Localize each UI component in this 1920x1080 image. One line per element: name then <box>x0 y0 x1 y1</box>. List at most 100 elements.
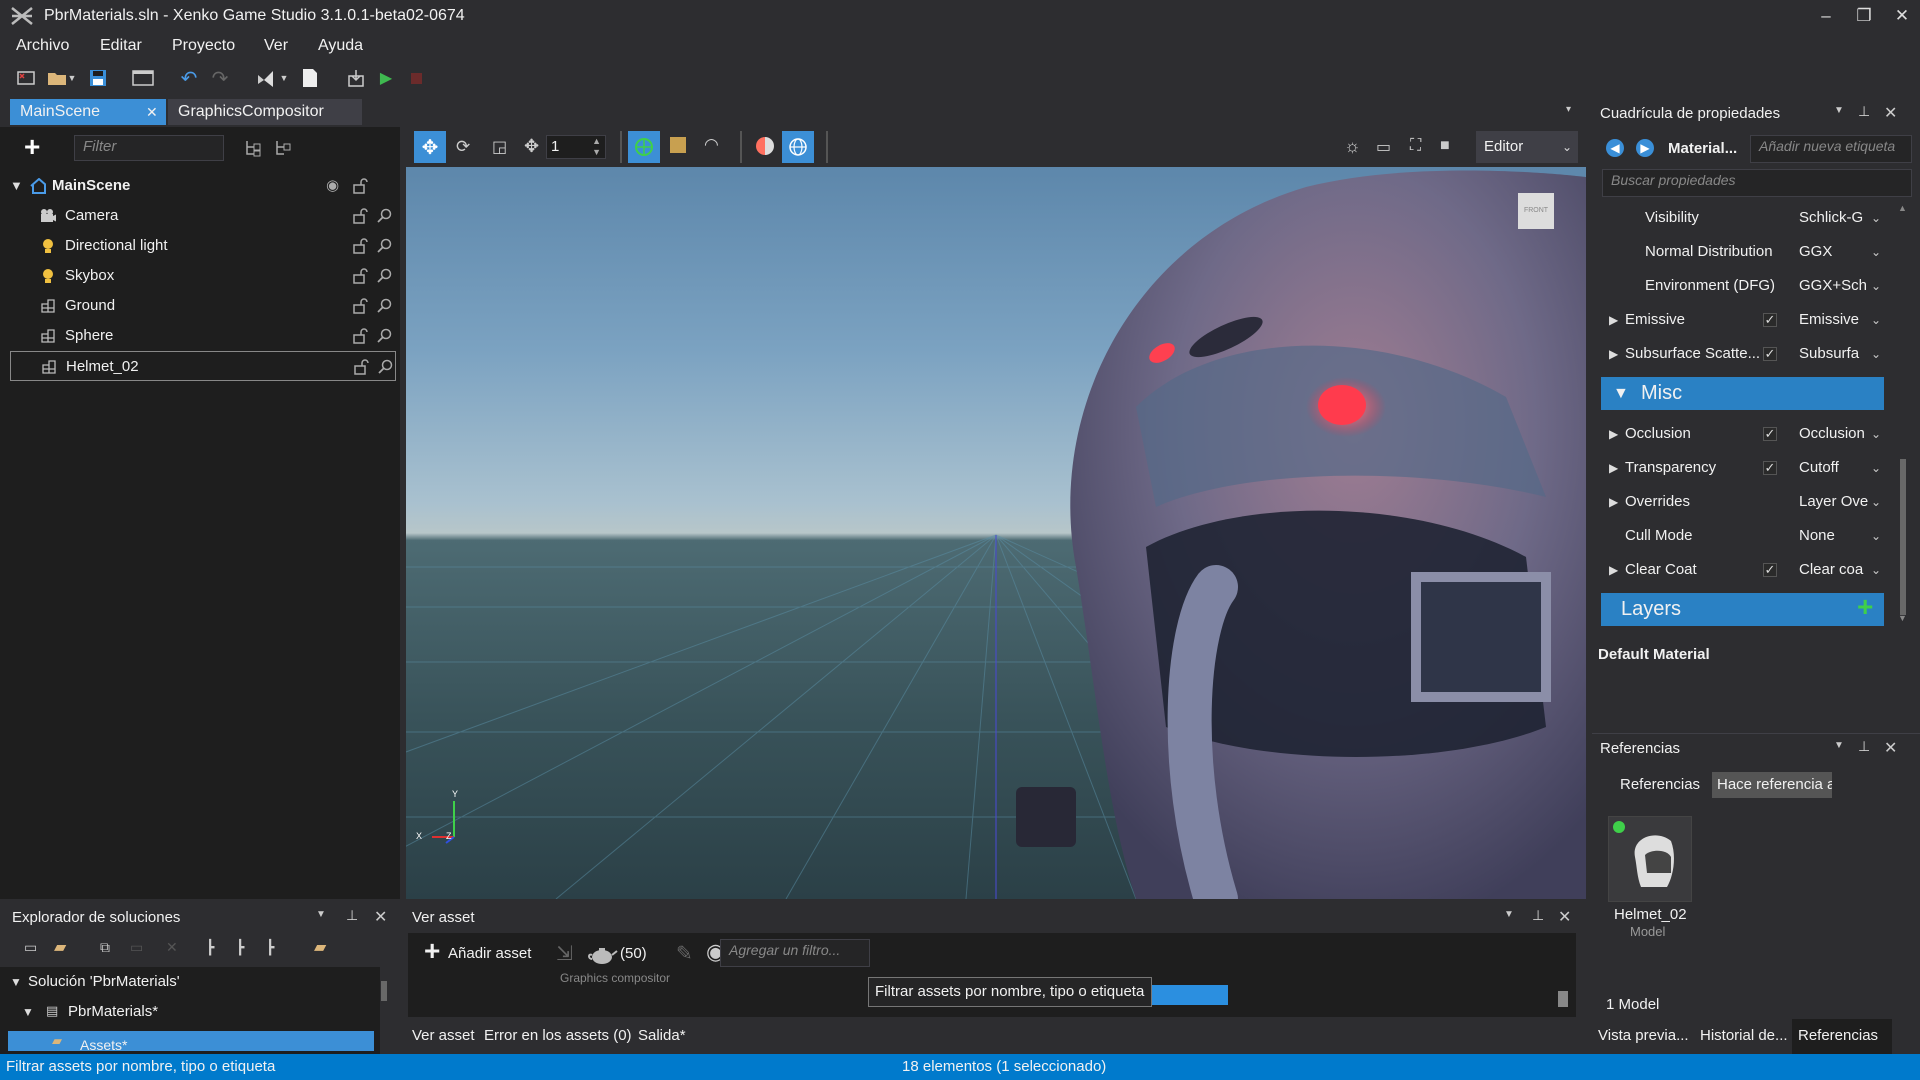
find-icon[interactable] <box>376 208 392 224</box>
close-panel-icon[interactable]: ✕ <box>1558 907 1571 927</box>
property-value[interactable]: Subsurfa <box>1799 337 1869 371</box>
tree-sort-icon[interactable]: ┣ <box>266 939 274 956</box>
property-row-clear-coat[interactable]: ▶ Clear Coat ✓ Clear coa ⌄ <box>1603 553 1885 587</box>
close-window-button[interactable]: ✕ <box>1884 2 1920 30</box>
translate-gizmo-icon[interactable]: ✥ <box>414 131 446 163</box>
asset-scrollbar-thumb[interactable] <box>1558 991 1568 1007</box>
panel-dropdown-icon[interactable]: ▼ <box>1834 740 1844 751</box>
lock-icon[interactable] <box>352 208 368 224</box>
property-value[interactable]: GGX <box>1799 235 1869 269</box>
property-row-overrides[interactable]: ▶ Overrides Layer Overrid⌄ <box>1603 485 1885 519</box>
rename-icon[interactable]: ▭ <box>130 939 143 956</box>
property-value[interactable]: None <box>1799 519 1869 553</box>
package-icon[interactable] <box>344 66 368 90</box>
property-row-transparency[interactable]: ▶ Transparency ✓ Cutoff ⌄ <box>1603 451 1885 485</box>
tab-history[interactable]: Historial de... <box>1700 1027 1788 1044</box>
folder-search-icon[interactable]: ▰ <box>314 937 326 957</box>
menu-ayuda[interactable]: Ayuda <box>318 37 363 55</box>
forward-button[interactable]: ▶ <box>1636 139 1654 157</box>
enable-checkbox[interactable]: ✓ <box>1763 427 1777 441</box>
property-value[interactable]: Emissive <box>1799 303 1869 337</box>
tree-item-camera[interactable]: Camera <box>10 201 396 231</box>
tree-item-skybox[interactable]: Skybox <box>10 261 396 291</box>
property-value[interactable]: Occlusion <box>1799 417 1869 451</box>
find-icon[interactable] <box>376 268 392 284</box>
search-properties-input[interactable]: Buscar propiedades <box>1602 169 1912 197</box>
restore-button[interactable]: ❐ <box>1846 2 1882 30</box>
globe-icon[interactable] <box>782 131 814 163</box>
open-dropdown-icon[interactable]: ▼ <box>66 66 78 90</box>
asset-thumbnail-helmet[interactable] <box>1608 816 1692 902</box>
enable-checkbox[interactable]: ✓ <box>1763 313 1777 327</box>
view-gizmo-cube[interactable]: FRONT <box>1518 193 1554 229</box>
expand-arrow-icon[interactable]: ▶ <box>1609 417 1618 451</box>
property-value[interactable]: GGX+Sch <box>1799 269 1869 303</box>
chevron-down-icon[interactable]: ⌄ <box>1871 485 1881 519</box>
undo-icon[interactable]: ↶ <box>177 66 201 90</box>
scrollbar-thumb[interactable] <box>1900 459 1906 615</box>
lock-icon[interactable] <box>352 178 368 194</box>
add-entity-button[interactable]: + <box>24 133 40 161</box>
snap-icon[interactable]: ✥ <box>524 136 539 157</box>
chevron-down-icon[interactable]: ⌄ <box>1871 269 1881 303</box>
visibility-eye-icon[interactable]: ◉ <box>326 171 339 201</box>
tree-item-directional-light[interactable]: Directional light <box>10 231 396 261</box>
asset-filter-input[interactable]: Agregar un filtro... <box>720 939 870 967</box>
property-row-normal-distribution[interactable]: Normal Distribution GGX ⌄ <box>1603 235 1885 269</box>
solution-item[interactable]: Solución 'PbrMaterials' <box>28 973 180 990</box>
collapse-arrow-icon[interactable]: ▼ <box>22 1005 34 1019</box>
property-value[interactable]: Clear coa <box>1799 553 1869 587</box>
close-session-icon[interactable] <box>14 66 38 90</box>
stop-icon[interactable] <box>404 66 428 90</box>
camera-settings-icon[interactable]: ■ <box>1440 137 1450 155</box>
tree-item-helmet-selected[interactable]: Helmet_02 <box>10 351 396 381</box>
tree-root-mainscene[interactable]: ▼ MainScene ◉ <box>10 171 396 201</box>
scene-viewport[interactable]: FRONT Y X Z <box>406 167 1586 899</box>
material-preview-icon[interactable] <box>756 137 774 155</box>
new-document-icon[interactable] <box>298 66 322 90</box>
find-icon[interactable] <box>376 298 392 314</box>
visual-studio-icon[interactable] <box>254 66 278 90</box>
teapot-icon[interactable] <box>588 943 618 965</box>
close-panel-icon[interactable]: ✕ <box>374 907 387 927</box>
scene-filter-input[interactable]: Filter <box>74 135 224 161</box>
close-tab-icon[interactable]: ✕ <box>146 99 158 125</box>
tab-asset-view[interactable]: Ver asset <box>412 1027 475 1044</box>
chevron-down-icon[interactable]: ⌄ <box>1871 201 1881 235</box>
tab-asset-errors[interactable]: Error en los assets (0) <box>484 1027 632 1044</box>
add-asset-button[interactable]: Añadir asset <box>448 945 531 962</box>
lock-icon[interactable] <box>352 328 368 344</box>
back-button[interactable]: ◀ <box>1606 139 1624 157</box>
window-layout-icon[interactable] <box>131 66 155 90</box>
import-asset-icon[interactable]: ⇲ <box>556 941 573 966</box>
property-scrollbar[interactable]: ▲ ▼ <box>1898 203 1908 623</box>
collapse-arrow-icon[interactable]: ▼ <box>1613 377 1629 410</box>
import-icon[interactable]: ⧉ <box>100 939 110 956</box>
lock-icon[interactable] <box>352 298 368 314</box>
section-layers[interactable]: Layers + <box>1601 591 1884 626</box>
section-misc[interactable]: ▼ Misc <box>1601 377 1884 410</box>
snap-value-input[interactable]: 1 ▲ ▼ <box>546 135 606 159</box>
pin-icon[interactable]: ⊥ <box>1858 103 1870 120</box>
tab-graphicscompositor[interactable]: GraphicsCompositor <box>168 99 362 125</box>
panel-dropdown-icon[interactable]: ▼ <box>1504 909 1514 920</box>
property-row-cull-mode[interactable]: Cull Mode None ⌄ <box>1603 519 1885 553</box>
scale-gizmo-icon[interactable]: ◲ <box>492 137 507 157</box>
project-item[interactable]: PbrMaterials* <box>68 1003 158 1020</box>
collapse-arrow-icon[interactable]: ▼ <box>10 171 23 201</box>
expand-arrow-icon[interactable]: ▶ <box>1609 485 1618 519</box>
property-value[interactable]: Cutoff <box>1799 451 1869 485</box>
close-panel-icon[interactable]: ✕ <box>1884 103 1897 123</box>
tree-expand-icon[interactable]: ┣ <box>206 939 214 956</box>
expand-arrow-icon[interactable]: ▶ <box>1609 553 1618 587</box>
tab-output[interactable]: Salida* <box>638 1027 686 1044</box>
chevron-down-icon[interactable]: ⌄ <box>1871 519 1881 553</box>
redo-icon[interactable]: ↷ <box>208 66 232 90</box>
lock-icon[interactable] <box>353 359 369 375</box>
expand-all-icon[interactable] <box>244 139 262 161</box>
property-row-visibility[interactable]: Visibility Schlick-G ⌄ <box>1603 201 1885 235</box>
tab-referenced-by[interactable]: Hace referencia a <box>1712 772 1832 798</box>
property-row-environment-dfg[interactable]: Environment (DFG) GGX+Sch ⌄ <box>1603 269 1885 303</box>
world-space-icon[interactable] <box>628 131 660 163</box>
menu-proyecto[interactable]: Proyecto <box>172 37 235 55</box>
